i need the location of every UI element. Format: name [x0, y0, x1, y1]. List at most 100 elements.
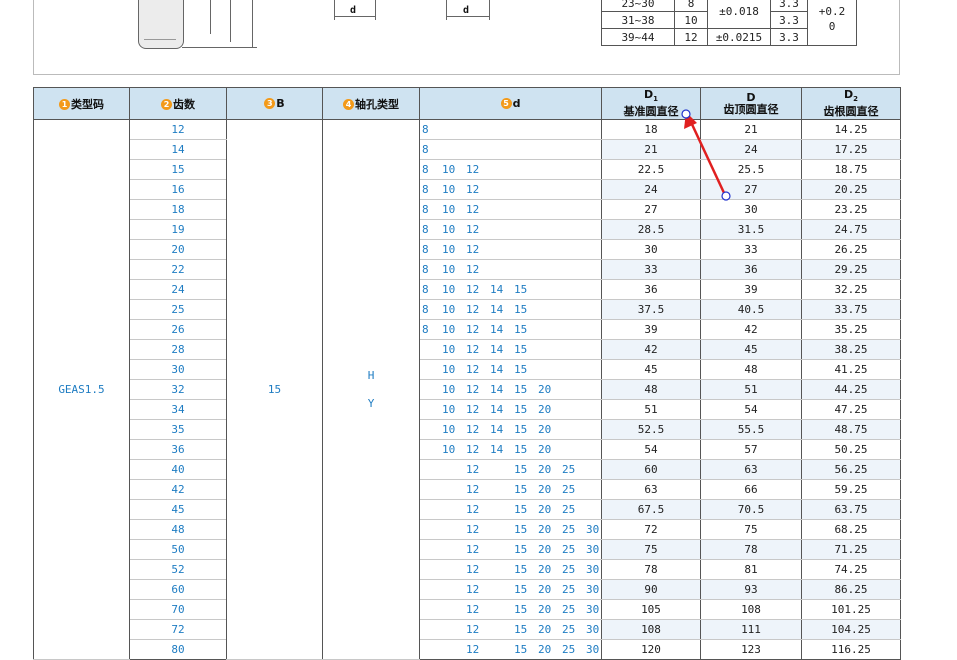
d-option[interactable]: 10	[442, 183, 455, 196]
d-option[interactable]: 15	[514, 423, 527, 436]
teeth-cell[interactable]: 52	[129, 559, 227, 580]
d-option[interactable]: 15	[514, 323, 527, 336]
d-option[interactable]: 15	[514, 383, 527, 396]
d-option[interactable]: 25	[562, 583, 575, 596]
teeth-cell[interactable]: 35	[129, 419, 227, 440]
d-option[interactable]: 8	[422, 243, 429, 256]
teeth-cell[interactable]: 26	[129, 319, 227, 340]
teeth-cell[interactable]: 12	[129, 119, 227, 140]
d-option[interactable]: 8	[422, 203, 429, 216]
d-option[interactable]: 12	[466, 263, 479, 276]
d-option[interactable]: 10	[442, 243, 455, 256]
d-option[interactable]: 12	[466, 403, 479, 416]
d-option[interactable]: 30	[586, 643, 599, 656]
d-option[interactable]: 12	[466, 423, 479, 436]
d-option[interactable]: 20	[538, 623, 551, 636]
d-option[interactable]: 20	[538, 643, 551, 656]
d-option[interactable]: 12	[466, 323, 479, 336]
d-option[interactable]: 10	[442, 283, 455, 296]
d-option[interactable]: 14	[490, 443, 503, 456]
teeth-cell[interactable]: 19	[129, 219, 227, 240]
d-option[interactable]: 15	[514, 523, 527, 536]
d-option[interactable]: 25	[562, 603, 575, 616]
d-option[interactable]: 15	[514, 443, 527, 456]
teeth-cell[interactable]: 70	[129, 599, 227, 620]
d-option[interactable]: 10	[442, 443, 455, 456]
d-option[interactable]: 15	[514, 643, 527, 656]
d-option[interactable]: 8	[422, 183, 429, 196]
d-option[interactable]: 8	[422, 303, 429, 316]
teeth-cell[interactable]: 34	[129, 399, 227, 420]
teeth-cell[interactable]: 16	[129, 179, 227, 200]
d-option[interactable]: 20	[538, 563, 551, 576]
d-option[interactable]: 30	[586, 603, 599, 616]
d-option[interactable]: 30	[586, 623, 599, 636]
d-option[interactable]: 20	[538, 423, 551, 436]
d-option[interactable]: 12	[466, 223, 479, 236]
d-option[interactable]: 15	[514, 563, 527, 576]
d-option[interactable]: 12	[466, 203, 479, 216]
d-option[interactable]: 14	[490, 363, 503, 376]
d-option[interactable]: 14	[490, 343, 503, 356]
teeth-cell[interactable]: 48	[129, 519, 227, 540]
bore-type-option[interactable]: Y	[323, 390, 419, 418]
d-option[interactable]: 20	[538, 503, 551, 516]
teeth-cell[interactable]: 25	[129, 299, 227, 320]
d-option[interactable]: 8	[422, 263, 429, 276]
d-option[interactable]: 25	[562, 483, 575, 496]
d-option[interactable]: 25	[562, 523, 575, 536]
teeth-cell[interactable]: 28	[129, 339, 227, 360]
d-option[interactable]: 15	[514, 583, 527, 596]
d-option[interactable]: 15	[514, 603, 527, 616]
teeth-cell[interactable]: 50	[129, 539, 227, 560]
d-option[interactable]: 12	[466, 343, 479, 356]
d-option[interactable]: 8	[422, 123, 429, 136]
d-option[interactable]: 25	[562, 503, 575, 516]
d-option[interactable]: 10	[442, 263, 455, 276]
d-option[interactable]: 8	[422, 283, 429, 296]
d-option[interactable]: 20	[538, 383, 551, 396]
d-option[interactable]: 30	[586, 583, 599, 596]
d-option[interactable]: 25	[562, 563, 575, 576]
teeth-cell[interactable]: 72	[129, 619, 227, 640]
d-option[interactable]: 30	[586, 523, 599, 536]
d-option[interactable]: 8	[422, 143, 429, 156]
teeth-cell[interactable]: 32	[129, 379, 227, 400]
d-option[interactable]: 12	[466, 183, 479, 196]
d-option[interactable]: 20	[538, 603, 551, 616]
d-option[interactable]: 10	[442, 303, 455, 316]
d-option[interactable]: 14	[490, 383, 503, 396]
teeth-cell[interactable]: 30	[129, 359, 227, 380]
d-option[interactable]: 15	[514, 483, 527, 496]
d-option[interactable]: 15	[514, 463, 527, 476]
d-option[interactable]: 12	[466, 543, 479, 556]
d-option[interactable]: 25	[562, 643, 575, 656]
teeth-cell[interactable]: 22	[129, 259, 227, 280]
teeth-cell[interactable]: 36	[129, 439, 227, 460]
d-option[interactable]: 25	[562, 543, 575, 556]
d-option[interactable]: 15	[514, 363, 527, 376]
d-option[interactable]: 12	[466, 283, 479, 296]
d-option[interactable]: 10	[442, 383, 455, 396]
d-option[interactable]: 12	[466, 243, 479, 256]
d-option[interactable]: 20	[538, 583, 551, 596]
d-option[interactable]: 10	[442, 203, 455, 216]
d-option[interactable]: 15	[514, 543, 527, 556]
d-option[interactable]: 12	[466, 523, 479, 536]
d-option[interactable]: 14	[490, 403, 503, 416]
d-option[interactable]: 10	[442, 343, 455, 356]
d-option[interactable]: 12	[466, 443, 479, 456]
d-option[interactable]: 10	[442, 223, 455, 236]
teeth-cell[interactable]: 18	[129, 199, 227, 220]
teeth-cell[interactable]: 14	[129, 139, 227, 160]
d-option[interactable]: 10	[442, 363, 455, 376]
d-option[interactable]: 12	[466, 303, 479, 316]
d-option[interactable]: 14	[490, 323, 503, 336]
teeth-cell[interactable]: 45	[129, 499, 227, 520]
d-option[interactable]: 10	[442, 423, 455, 436]
d-option[interactable]: 15	[514, 303, 527, 316]
teeth-cell[interactable]: 20	[129, 239, 227, 260]
d-option[interactable]: 20	[538, 523, 551, 536]
d-option[interactable]: 15	[514, 623, 527, 636]
d-option[interactable]: 20	[538, 403, 551, 416]
